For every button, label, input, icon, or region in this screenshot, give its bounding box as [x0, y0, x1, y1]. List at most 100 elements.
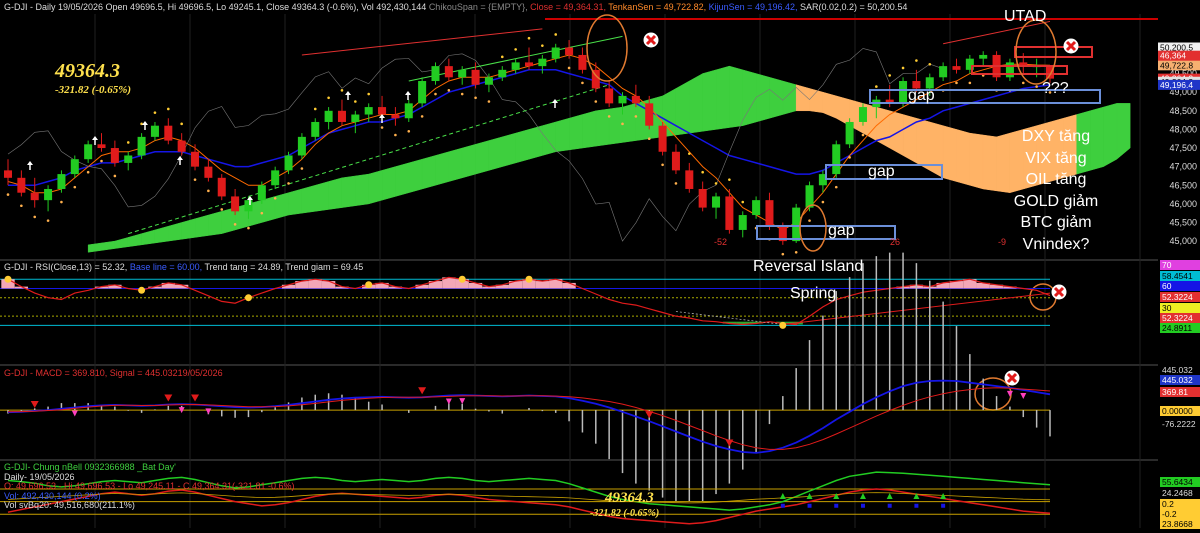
candle-body — [217, 177, 226, 197]
candle-body — [418, 81, 427, 104]
rsi-trough-dot — [779, 321, 787, 329]
cloud-segment — [328, 177, 343, 210]
cloud-segment — [421, 155, 436, 190]
cloud-segment — [288, 188, 303, 216]
price-tick-label: 46,500 — [1169, 180, 1197, 190]
rsi-overbought-fill — [308, 279, 322, 289]
sar-dot — [567, 66, 571, 70]
candle-body — [271, 170, 280, 186]
sar-dot — [728, 178, 731, 181]
macd-axis-text: 369.81 — [1162, 387, 1188, 397]
gap-label-middle: gap — [868, 163, 895, 180]
close-label: Close = 49,364.31, — [530, 2, 606, 12]
cloud-segment — [395, 162, 410, 197]
candle-body — [511, 62, 520, 70]
cloud-segment — [221, 207, 236, 234]
candle-body — [471, 69, 480, 85]
sar-dot — [661, 163, 664, 167]
candle-body — [70, 159, 79, 175]
last-price-value: 49364.3 — [55, 60, 120, 82]
rsi-axis-text: 24.8911 — [1162, 323, 1192, 333]
candle-body — [538, 58, 547, 67]
sell-signal-cross — [1051, 284, 1067, 300]
sar-dot — [100, 159, 103, 163]
candle-body — [832, 144, 841, 175]
cloud-segment — [755, 73, 770, 123]
candle-body — [565, 47, 574, 55]
cloud-segment — [622, 103, 637, 143]
sar-dot — [233, 223, 237, 226]
candle-body — [351, 114, 360, 122]
candle-body — [858, 107, 867, 122]
candle-body — [137, 136, 146, 156]
candle-body — [311, 121, 320, 137]
cloud-segment — [101, 240, 116, 251]
cloud-segment — [729, 65, 743, 128]
price-tick-label: 48,000 — [1169, 124, 1197, 134]
cloud-segment — [435, 151, 450, 186]
macro-vix: VIX tăng — [1025, 149, 1087, 167]
candle-body — [645, 103, 654, 126]
bottom-line5: Vol svBq20: 49,516,680(211.1%) — [4, 500, 135, 510]
candle-body — [658, 125, 667, 152]
candle-body — [698, 188, 707, 208]
sar-dot — [407, 129, 411, 133]
cloud-segment — [902, 114, 917, 164]
rsi-axis-text: 52.3224 — [1162, 313, 1193, 323]
osc-marker — [860, 503, 865, 508]
rsi-header: G-DJI - RSI(Close,13) = 52.32, Base line… — [4, 262, 363, 272]
sar-dot — [888, 74, 891, 77]
sar-dot — [794, 250, 798, 254]
rsi-base: Base line = 60.00, — [129, 262, 203, 272]
sar-dot — [313, 107, 317, 111]
cloud-segment — [769, 76, 784, 119]
sell-signal-cross — [643, 32, 659, 48]
price-tick-label: 45,000 — [1169, 236, 1197, 246]
sar-dot — [60, 200, 63, 204]
sar-dot — [394, 133, 397, 137]
sar-dot — [153, 111, 157, 114]
cloud-segment — [87, 242, 102, 253]
candle-body — [805, 185, 814, 208]
price-tick-label: 46,000 — [1169, 199, 1197, 209]
sar-dot — [126, 141, 130, 144]
sar-dot — [207, 189, 210, 193]
rsi-axis-text: 30 — [1162, 303, 1172, 313]
last-price-change: -321.82 (-0.65%) — [55, 84, 132, 96]
price-marker-text: 46,364 — [1160, 51, 1186, 61]
candle-body — [631, 95, 640, 104]
sar-dot — [340, 89, 344, 92]
candle-body — [257, 185, 266, 201]
kijun-label: KijunSen = 49,196.42, — [708, 2, 798, 12]
sar-dot — [541, 44, 544, 47]
osc-axis-text: 55.6434 — [1162, 477, 1193, 487]
sar-dot — [741, 200, 745, 204]
bottom-header: G-DJI- Chung nBell 0932366988 _Bat Day' … — [4, 462, 295, 511]
sar-dot — [500, 55, 504, 59]
candle-body — [231, 196, 240, 212]
rsi-name: G-DJI - RSI(Close,13) = 52.32, — [4, 262, 128, 272]
candle-body — [738, 215, 747, 230]
candle-body — [391, 114, 400, 119]
candle-body — [244, 200, 253, 212]
osc-marker — [887, 503, 892, 508]
candle-body — [752, 200, 761, 216]
cloud-segment — [448, 147, 463, 182]
cloud-segment — [488, 136, 503, 171]
price-header: G-DJI - Daily 19/05/2026 Open 49696.5, H… — [4, 2, 907, 12]
rsi-trend-down: Trend giam = 69.45 — [285, 262, 364, 272]
rsi-trend-up: Trend tang = 24.89, — [204, 262, 283, 272]
rsi-peak-dot — [244, 294, 252, 302]
candle-body — [378, 107, 387, 115]
candle-body — [404, 103, 413, 119]
candle-body — [97, 144, 106, 149]
cloud-segment — [301, 184, 316, 214]
rsi-peak-dot — [525, 275, 533, 283]
sar-dot — [113, 174, 117, 178]
candle-body — [952, 66, 961, 70]
candle-body — [792, 207, 801, 242]
macd-axis-text: 0.00000 — [1162, 406, 1193, 416]
candle-body — [3, 170, 13, 178]
sar-dot — [688, 152, 691, 155]
macro-oil: OIL tăng — [1025, 171, 1087, 188]
